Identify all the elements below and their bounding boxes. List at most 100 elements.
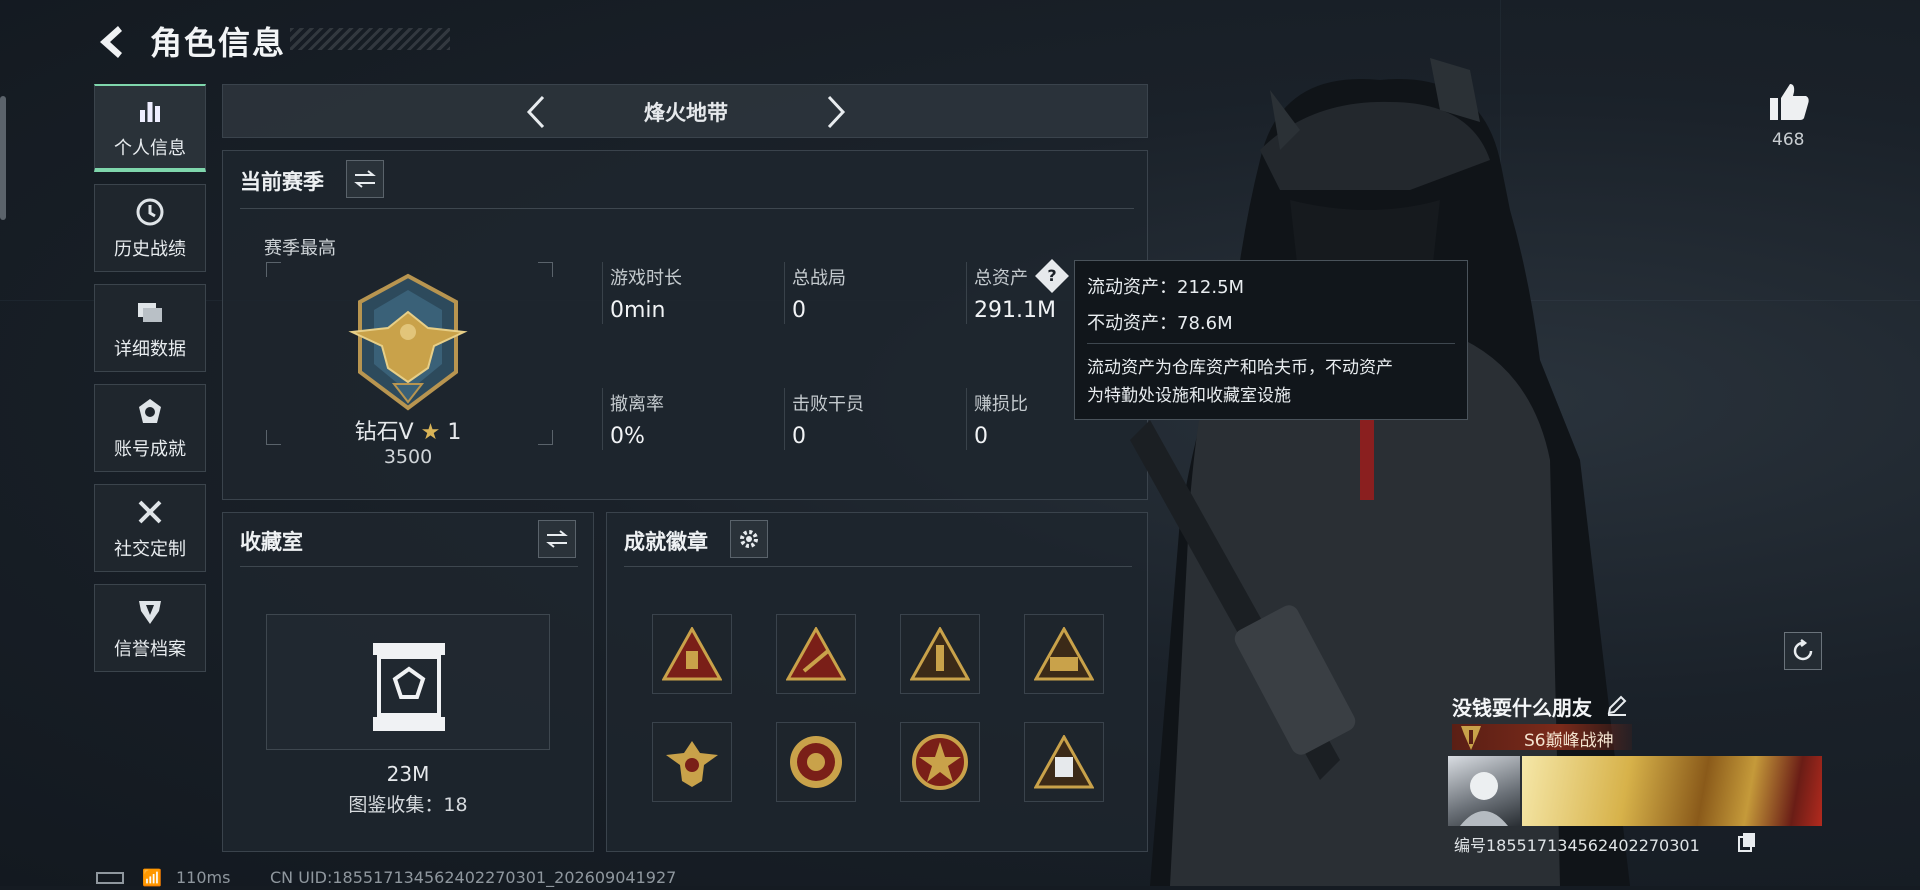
eagle-badge-icon [666,741,718,787]
sidebar-item-label: 详细数据 [114,339,186,360]
back-arrow-icon [100,26,122,58]
sidebar-item-achievements[interactable]: 账号成就 [94,384,206,472]
tools-icon [133,495,167,529]
scroll-indicator[interactable] [0,96,6,220]
shield-icon [133,595,167,629]
stat-value-playtime: 0min [610,298,666,323]
achievement-badge[interactable] [776,614,856,694]
rank-star-count: 1 [447,420,462,445]
title-decoration [290,28,450,50]
season-switch-button[interactable] [346,160,384,198]
divider [240,208,1134,209]
mode-label: 烽火地带 [644,101,728,125]
pencil-icon [1607,695,1627,716]
divider [966,262,967,324]
chevron-left-icon [526,95,545,129]
stat-value-total-matches: 0 [792,298,806,323]
refresh-button[interactable] [1784,632,1822,670]
triangle-badge-icon [662,627,722,681]
tooltip-description-line: 为特勤处设施和收藏室设施 [1087,386,1291,406]
rank-name: 钻石V [354,420,414,445]
collection-value: 23M [386,762,430,786]
divider [784,388,785,450]
achievement-badge[interactable] [900,722,980,802]
clock-icon [133,195,167,229]
next-mode-button[interactable] [817,93,853,131]
folder-icon [133,295,167,329]
stat-label-total-assets: 总资产 [974,268,1028,289]
sidebar-item-social[interactable]: 社交定制 [94,484,206,572]
frame-corner [266,262,281,277]
avatar[interactable] [1448,756,1520,826]
triangle-badge-icon [910,627,970,681]
stat-label-total-matches: 总战局 [792,268,846,289]
page-title: 角色信息 [150,24,287,62]
rank-title-icon [1456,722,1486,752]
stat-label-extraction-rate: 撤离率 [610,394,664,415]
divider [966,388,967,450]
back-button[interactable] [92,22,132,62]
season-best-label: 赛季最高 [264,238,336,259]
sidebar-item-history[interactable]: 历史战绩 [94,184,206,272]
triangle-badge-icon [786,627,846,681]
stat-value-profit-ratio: 0 [974,424,988,449]
achievement-badge[interactable] [1024,722,1104,802]
thumbs-up-icon [1770,84,1809,120]
swap-icon [354,170,376,188]
achievement-badge[interactable] [900,614,980,694]
divider [784,262,785,324]
divider [624,566,1132,567]
sidebar-item-label: 社交定制 [114,539,186,560]
ping-value: 110ms [176,868,231,887]
tooltip-fixed-assets: 不动资产：78.6M [1087,313,1233,334]
edit-name-button[interactable] [1606,694,1628,716]
sidebar-item-detailed-data[interactable]: 详细数据 [94,284,206,372]
display-case-icon [373,643,445,731]
stat-value-total-assets: 291.1M [974,298,1056,323]
divider [1087,343,1455,344]
collection-switch-button[interactable] [538,520,576,558]
achievement-badge[interactable] [776,722,856,802]
tooltip-description-line: 流动资产为仓库资产和哈夫币，不动资产 [1087,358,1393,378]
like-count: 468 [1772,130,1805,150]
status-uid: CN UID:185517134562402270301_20260904192… [270,868,677,887]
bar-chart-icon [133,94,167,128]
question-mark-icon: ? [1047,266,1057,285]
sidebar-item-personal-info[interactable]: 个人信息 [94,84,206,172]
triangle-badge-icon [1034,627,1094,681]
divider [602,262,603,324]
rank-name-row: 钻石V ★ 1 [266,414,550,446]
achievement-badge[interactable] [1024,614,1104,694]
battery-icon [96,872,124,884]
achievement-icon [133,395,167,429]
rank-score: 3500 [383,446,433,468]
like-button[interactable] [1768,82,1810,122]
star-icon: ★ [420,420,441,445]
gear-icon [740,530,758,548]
stat-label-playtime: 游戏时长 [610,268,682,289]
collection-room-preview[interactable] [266,614,550,750]
refresh-icon [1793,639,1813,661]
stat-label-profit-ratio: 赚损比 [974,394,1028,415]
round-badge-icon [790,736,842,788]
stat-label-operators-defeated: 击败干员 [792,394,864,415]
divider [602,388,603,450]
achievements-title: 成就徽章 [624,530,708,554]
triangle-badge-icon [1034,735,1094,789]
collection-count: 图鉴收集：18 [348,794,468,816]
achievement-badge[interactable] [652,614,732,694]
chevron-right-icon [827,95,846,129]
achievement-badge[interactable] [652,722,732,802]
achievements-settings-button[interactable] [730,520,768,558]
name-card-banner[interactable] [1522,756,1822,826]
copy-id-button[interactable] [1738,832,1756,852]
stat-value-operators-defeated: 0 [792,424,806,449]
wifi-icon: 📶 [142,868,162,887]
player-name: 没钱耍什么朋友 [1452,696,1592,720]
mode-selector: 烽火地带 [222,84,1148,138]
divider [240,566,578,567]
sidebar-item-credit[interactable]: 信誉档案 [94,584,206,672]
player-id: 编号1855171345624022703​01 [1454,836,1700,855]
sidebar-item-label: 信誉档案 [114,639,186,660]
prev-mode-button[interactable] [519,93,555,131]
